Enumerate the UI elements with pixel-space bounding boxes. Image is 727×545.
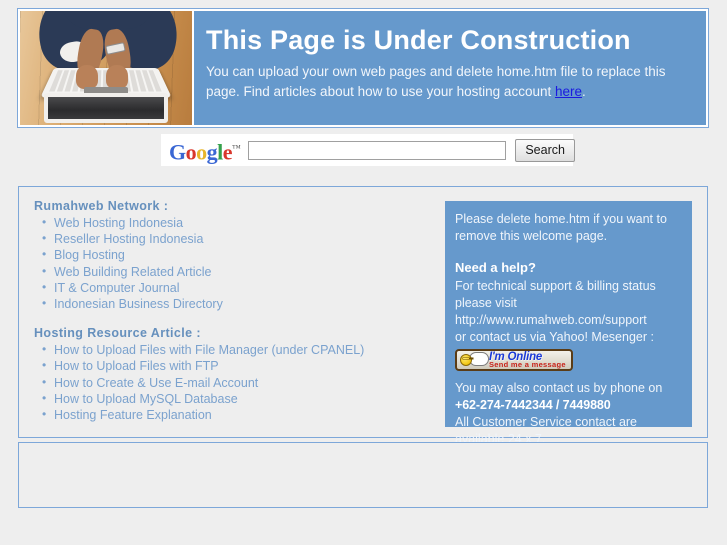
phone-numbers: +62-274-7442344 / 7449880 (455, 397, 611, 412)
yahoo-messenger-online-badge[interactable]: I'm Online Send me a message (455, 349, 573, 372)
list-item[interactable]: Indonesian Business Directory (42, 295, 434, 312)
page-title: This Page is Under Construction (206, 25, 631, 55)
list-item[interactable]: Hosting Feature Explanation (42, 406, 434, 423)
google-logo: Google™ (169, 137, 241, 165)
google-logo-letter-g2: g (206, 139, 218, 165)
list-item[interactable]: Web Hosting Indonesia (42, 214, 434, 231)
person-typing-on-laptop-photo (20, 11, 192, 125)
need-help-heading: Need a help? (455, 260, 536, 276)
badge-subtitle: Send me a message (489, 360, 566, 370)
list-item[interactable]: How to Create & Use E-mail Account (42, 374, 434, 391)
list-item[interactable]: How to Upload Files with FTP (42, 357, 434, 374)
left-hand-shape (76, 65, 98, 89)
resource-link-list: How to Upload Files with File Manager (u… (34, 341, 434, 423)
support-url[interactable]: http://www.rumahweb.com/support (455, 312, 682, 329)
google-logo-letter-o1: o (185, 139, 197, 165)
availability-line-1: All Customer Service contact are (455, 415, 638, 430)
google-logo-letter-o2: o (196, 139, 207, 165)
main-content-box: Rumahweb Network : Web Hosting Indonesia… (18, 186, 708, 446)
speech-bubble-icon (469, 352, 489, 367)
google-logo-letter-e: e (222, 139, 233, 165)
google-search-bar: Google™ Search (161, 134, 575, 166)
support-panel: Please delete home.htm if you want to re… (445, 201, 692, 446)
google-trademark-symbol: ™ (232, 142, 241, 153)
network-heading: Rumahweb Network : (34, 199, 169, 213)
footer-box (18, 442, 708, 508)
list-item[interactable]: Web Building Related Article (42, 263, 434, 280)
right-hand-shape (106, 65, 128, 89)
hosting-articles-link[interactable]: here (555, 84, 582, 99)
smiley-face-icon (460, 354, 472, 367)
link-group-resources: Hosting Resource Article : How to Upload… (34, 326, 434, 423)
resource-heading: Hosting Resource Article : (34, 326, 201, 341)
network-link-list: Web Hosting Indonesia Reseller Hosting I… (34, 214, 434, 312)
header-description-text-before-link: You can upload your own web pages and de… (206, 64, 666, 99)
search-input[interactable] (248, 140, 507, 160)
list-item[interactable]: Reseller Hosting Indonesia (42, 230, 434, 247)
search-button[interactable]: Search (515, 138, 575, 162)
header-inner: This Page is Under Construction You can … (20, 11, 706, 125)
main-content-inner: Rumahweb Network : Web Hosting Indonesia… (21, 189, 705, 446)
links-column: Rumahweb Network : Web Hosting Indonesia… (34, 199, 434, 423)
delete-home-notice: Please delete home.htm if you want to re… (455, 212, 667, 244)
list-item[interactable]: How to Upload Files with File Manager (u… (42, 341, 434, 358)
footer-content (21, 445, 705, 505)
header-description: You can upload your own web pages and de… (206, 62, 694, 102)
header-text-area: This Page is Under Construction You can … (194, 11, 706, 125)
list-item[interactable]: How to Upload MySQL Database (42, 390, 434, 407)
list-item[interactable]: IT & Computer Journal (42, 279, 434, 296)
google-logo-letter-g1: G (169, 139, 186, 165)
laptop-screen-shape (44, 93, 168, 123)
phone-intro-line: You may also contact us by phone on (455, 380, 663, 395)
link-group-network: Rumahweb Network : Web Hosting Indonesia… (34, 199, 434, 312)
tech-support-line-1: For technical support & billing status (455, 278, 656, 293)
header-description-text-after-link: . (582, 84, 586, 99)
tech-support-line-2: please visit (455, 295, 517, 310)
messenger-line: or contact us via Yahoo! Mesenger : (455, 330, 654, 345)
list-item[interactable]: Blog Hosting (42, 246, 434, 263)
header-banner: This Page is Under Construction You can … (17, 8, 709, 128)
